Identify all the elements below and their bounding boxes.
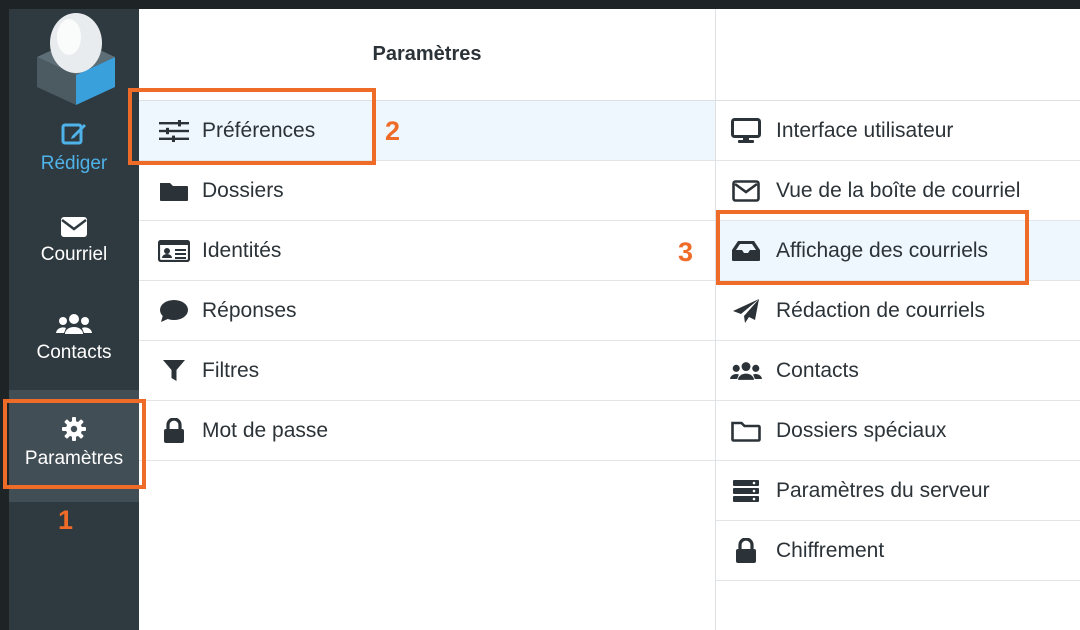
- nav-mail-label: Courriel: [40, 244, 108, 265]
- nav-contacts[interactable]: Contacts: [9, 312, 139, 392]
- window-left-border: [0, 0, 9, 630]
- step-number-3: 3: [678, 237, 694, 267]
- nav-mail[interactable]: Courriel: [9, 216, 139, 296]
- pref-item-composing-messages[interactable]: Rédaction de courriels: [716, 281, 1080, 341]
- pref-item-label: Dossiers spéciaux: [776, 418, 947, 442]
- pref-item-encryption[interactable]: Chiffrement: [716, 521, 1080, 581]
- nav-compose-label: Rédiger: [40, 153, 108, 174]
- pref-item-label: Chiffrement: [776, 538, 885, 562]
- settings-item-label: Identités: [202, 238, 282, 262]
- settings-item-responses[interactable]: Réponses: [139, 281, 715, 341]
- envelope-icon: [61, 217, 87, 237]
- settings-item-filters[interactable]: Filtres: [139, 341, 715, 401]
- preferences-panel: Interface utilisateur Vue de la boîte de…: [716, 9, 1080, 630]
- settings-item-label: Réponses: [202, 298, 297, 322]
- envelope-outline-icon: [730, 179, 762, 202]
- filter-icon: [158, 359, 190, 383]
- folder-icon: [158, 180, 190, 202]
- pref-item-label: Contacts: [776, 358, 859, 382]
- pref-item-label: Paramètres du serveur: [776, 478, 990, 502]
- step-number-1: 1: [58, 505, 74, 535]
- step-number-2: 2: [385, 116, 401, 146]
- pref-item-label: Vue de la boîte de courriel: [776, 178, 1021, 202]
- settings-item-password[interactable]: Mot de passe: [139, 401, 715, 461]
- pref-item-label: Rédaction de courriels: [776, 298, 985, 322]
- nav-contacts-label: Contacts: [36, 342, 112, 363]
- pref-item-server-settings[interactable]: Paramètres du serveur: [716, 461, 1080, 521]
- pref-item-user-interface[interactable]: Interface utilisateur: [716, 101, 1080, 161]
- pref-item-contacts[interactable]: Contacts: [716, 341, 1080, 401]
- users-icon: [56, 314, 92, 334]
- callout-box-preferences: [128, 88, 376, 165]
- callout-box-settings: [3, 399, 146, 489]
- edit-icon: [61, 123, 86, 145]
- server-icon: [730, 479, 762, 503]
- settings-item-label: Dossiers: [202, 178, 284, 202]
- comment-icon: [158, 299, 190, 323]
- settings-item-folders[interactable]: Dossiers: [139, 161, 715, 221]
- pref-item-special-folders[interactable]: Dossiers spéciaux: [716, 401, 1080, 461]
- nav-compose[interactable]: Rédiger: [9, 119, 139, 199]
- id-card-icon: [158, 239, 190, 262]
- settings-item-label: Filtres: [202, 358, 260, 382]
- lock-icon: [158, 417, 190, 444]
- preferences-header: [716, 9, 1080, 101]
- monitor-icon: [730, 117, 762, 144]
- users-icon: [730, 360, 762, 382]
- window-top-border: [0, 0, 1080, 9]
- roundcube-logo: [37, 13, 115, 105]
- folder-outline-icon: [730, 420, 762, 442]
- settings-item-label: Mot de passe: [202, 418, 329, 442]
- settings-item-identities[interactable]: Identités: [139, 221, 715, 281]
- paper-plane-icon: [730, 298, 762, 324]
- app-sidebar: Rédiger Courriel Contacts Paramètres: [9, 9, 139, 630]
- lock-icon: [730, 537, 762, 564]
- pref-item-label: Interface utilisateur: [776, 118, 954, 142]
- callout-box-displaying-messages: [716, 210, 1029, 285]
